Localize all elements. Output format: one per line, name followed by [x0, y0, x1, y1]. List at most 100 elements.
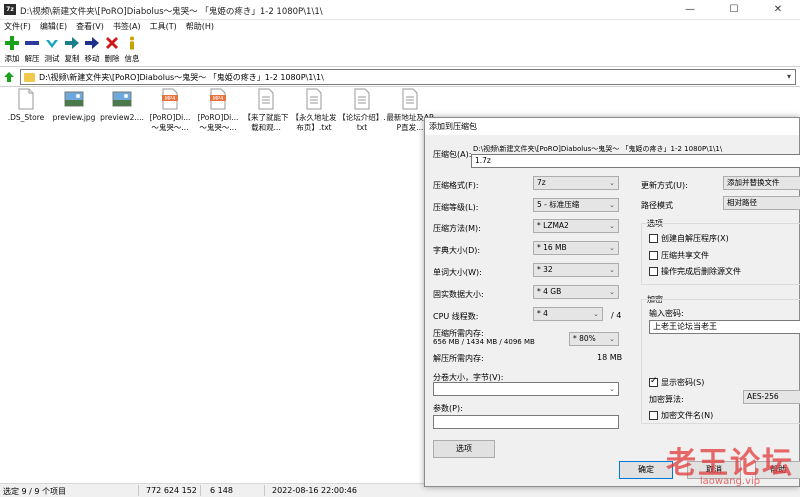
format-select[interactable]: 7z ⌄: [533, 176, 619, 190]
method-select[interactable]: * LZMA2 ⌄: [533, 219, 619, 233]
level-select[interactable]: 5 - 标准压缩 ⌄: [533, 198, 619, 212]
mem-percent-select[interactable]: * 80% ⌄: [569, 332, 619, 346]
minimize-button[interactable]: —: [668, 0, 712, 20]
watermark: 老王论坛 laowang.vip: [666, 438, 794, 487]
sfx-label: 创建自解压程序(X): [661, 234, 729, 243]
folder-icon: [24, 73, 35, 82]
demem-label: 解压所需内存:: [433, 354, 484, 363]
menu-view[interactable]: 查看(V): [76, 20, 104, 33]
shared-checkbox[interactable]: 压缩共享文件: [649, 250, 709, 261]
word-select[interactable]: * 32 ⌄: [533, 263, 619, 277]
file-item[interactable]: 【来了就能下载和观...: [242, 88, 290, 133]
watermark-sub: laowang.vip: [699, 476, 761, 487]
menu-bookmarks[interactable]: 书签(A): [113, 20, 141, 33]
params-input[interactable]: [433, 415, 619, 429]
enc-method-select[interactable]: AES-256: [743, 390, 800, 404]
file-item[interactable]: preview.jpg: [50, 88, 98, 123]
chevron-down-icon: ⌄: [609, 266, 615, 274]
encrypt-names-checkbox[interactable]: 加密文件名(N): [649, 410, 713, 421]
chevron-down-icon: ⌄: [593, 310, 599, 318]
window-title: D:\视频\新建文件夹\[PoRO]Diabolus～鬼哭～ 「鬼姫の疼き」1-…: [20, 7, 323, 17]
info-button[interactable]: 信息: [122, 33, 142, 65]
image-file-icon: [64, 91, 84, 107]
image-file-icon: [112, 91, 132, 107]
app-icon: 7z: [4, 4, 16, 15]
extract-button[interactable]: 解压: [22, 33, 42, 65]
file-name: [PoRO]Di... ～鬼哭～...: [197, 113, 239, 132]
status-size: 772 624 152: [146, 486, 197, 495]
video-file-icon: MP4: [162, 88, 178, 110]
menu-help[interactable]: 帮助(H): [186, 20, 214, 33]
file-item[interactable]: preview2....: [98, 88, 146, 123]
delete-label: 删除: [104, 54, 120, 63]
delete-button[interactable]: 删除: [102, 33, 122, 65]
test-button[interactable]: 测试: [42, 33, 62, 65]
solid-select[interactable]: * 4 GB ⌄: [533, 285, 619, 299]
file-name: [PoRO]Di... ～鬼哭～...: [149, 113, 191, 132]
file-name: preview2....: [100, 113, 144, 122]
password-label: 输入密码:: [649, 309, 684, 318]
checkbox-box: [649, 234, 658, 243]
close-button[interactable]: ✕: [756, 0, 800, 20]
copy-icon: [64, 35, 80, 51]
update-value: 添加并替换文件: [727, 178, 780, 187]
dict-label: 字典大小(D):: [433, 246, 481, 255]
split-combo[interactable]: ⌄: [433, 382, 619, 396]
cpu-label: CPU 线程数:: [433, 312, 479, 321]
menu-tools[interactable]: 工具(T): [150, 20, 177, 33]
method-value: * LZMA2: [537, 221, 569, 230]
file-item[interactable]: 【永久地址发布页】.txt: [290, 88, 338, 133]
info-icon: [124, 35, 140, 51]
show-password-label: 显示密码(S): [661, 378, 705, 387]
add-label: 添加: [4, 54, 20, 63]
archive-name-combo[interactable]: 1.7z: [471, 154, 800, 168]
file-name: 【永久地址发布页】.txt: [291, 113, 337, 132]
dict-select[interactable]: * 16 MB ⌄: [533, 241, 619, 255]
address-bar: D:\视频\新建文件夹\[PoRO]Diabolus～鬼哭～ 「鬼姫の疼き」1-…: [0, 66, 800, 87]
document-icon: [18, 88, 34, 110]
menu-edit[interactable]: 编辑(E): [40, 20, 67, 33]
mem-percent-value: * 80%: [573, 334, 596, 343]
status-divider: [264, 485, 265, 496]
enc-method-value: AES-256: [747, 392, 779, 401]
sfx-checkbox[interactable]: 创建自解压程序(X): [649, 233, 729, 244]
options-button[interactable]: 选项: [433, 440, 495, 458]
file-item[interactable]: .DS_Store: [2, 88, 50, 123]
file-name: preview.jpg: [52, 113, 96, 122]
path-select[interactable]: 相对路径: [723, 196, 800, 210]
address-field[interactable]: D:\视频\新建文件夹\[PoRO]Diabolus～鬼哭～ 「鬼姫の疼き」1-…: [20, 69, 796, 85]
update-select[interactable]: 添加并替换文件: [723, 176, 800, 190]
chevron-down-icon: ⌄: [609, 201, 615, 209]
params-label: 参数(P):: [433, 404, 463, 413]
copy-button[interactable]: 复制: [62, 33, 82, 65]
word-value: * 32: [537, 265, 553, 274]
file-item[interactable]: 【论坛介绍】.txt: [338, 88, 386, 133]
text-file-icon: [306, 88, 322, 110]
cpu-select[interactable]: * 4 ⌄: [533, 307, 603, 321]
chevron-down-icon: ⌄: [609, 385, 615, 393]
delete-source-checkbox[interactable]: 操作完成后删除源文件: [649, 266, 741, 277]
up-folder-icon[interactable]: [3, 71, 15, 83]
copy-label: 复制: [64, 54, 80, 63]
video-file-icon: MP4: [210, 88, 226, 110]
file-item[interactable]: MP4 [PoRO]Di... ～鬼哭～...: [146, 88, 194, 133]
file-item[interactable]: MP4 [PoRO]Di... ～鬼哭～...: [194, 88, 242, 133]
test-icon: [44, 35, 60, 51]
add-button[interactable]: 添加: [2, 33, 22, 65]
archive-label: 压缩包(A):: [433, 150, 472, 159]
password-input[interactable]: 上老王论坛当老王: [649, 320, 800, 334]
chevron-down-icon[interactable]: ▾: [787, 72, 791, 81]
maximize-button[interactable]: ☐: [712, 0, 756, 20]
text-file-icon: [258, 88, 274, 110]
delete-source-label: 操作完成后删除源文件: [661, 267, 741, 276]
move-button[interactable]: 移动: [82, 33, 102, 65]
file-name: .DS_Store: [7, 113, 45, 122]
dict-value: * 16 MB: [537, 243, 567, 252]
ok-button[interactable]: 确定: [619, 461, 673, 479]
shared-label: 压缩共享文件: [661, 251, 709, 260]
move-label: 移动: [84, 54, 100, 63]
checkbox-box: [649, 251, 658, 260]
path-label: 路径模式: [641, 201, 673, 210]
show-password-checkbox[interactable]: 显示密码(S): [649, 376, 705, 388]
menu-file[interactable]: 文件(F): [4, 20, 31, 33]
